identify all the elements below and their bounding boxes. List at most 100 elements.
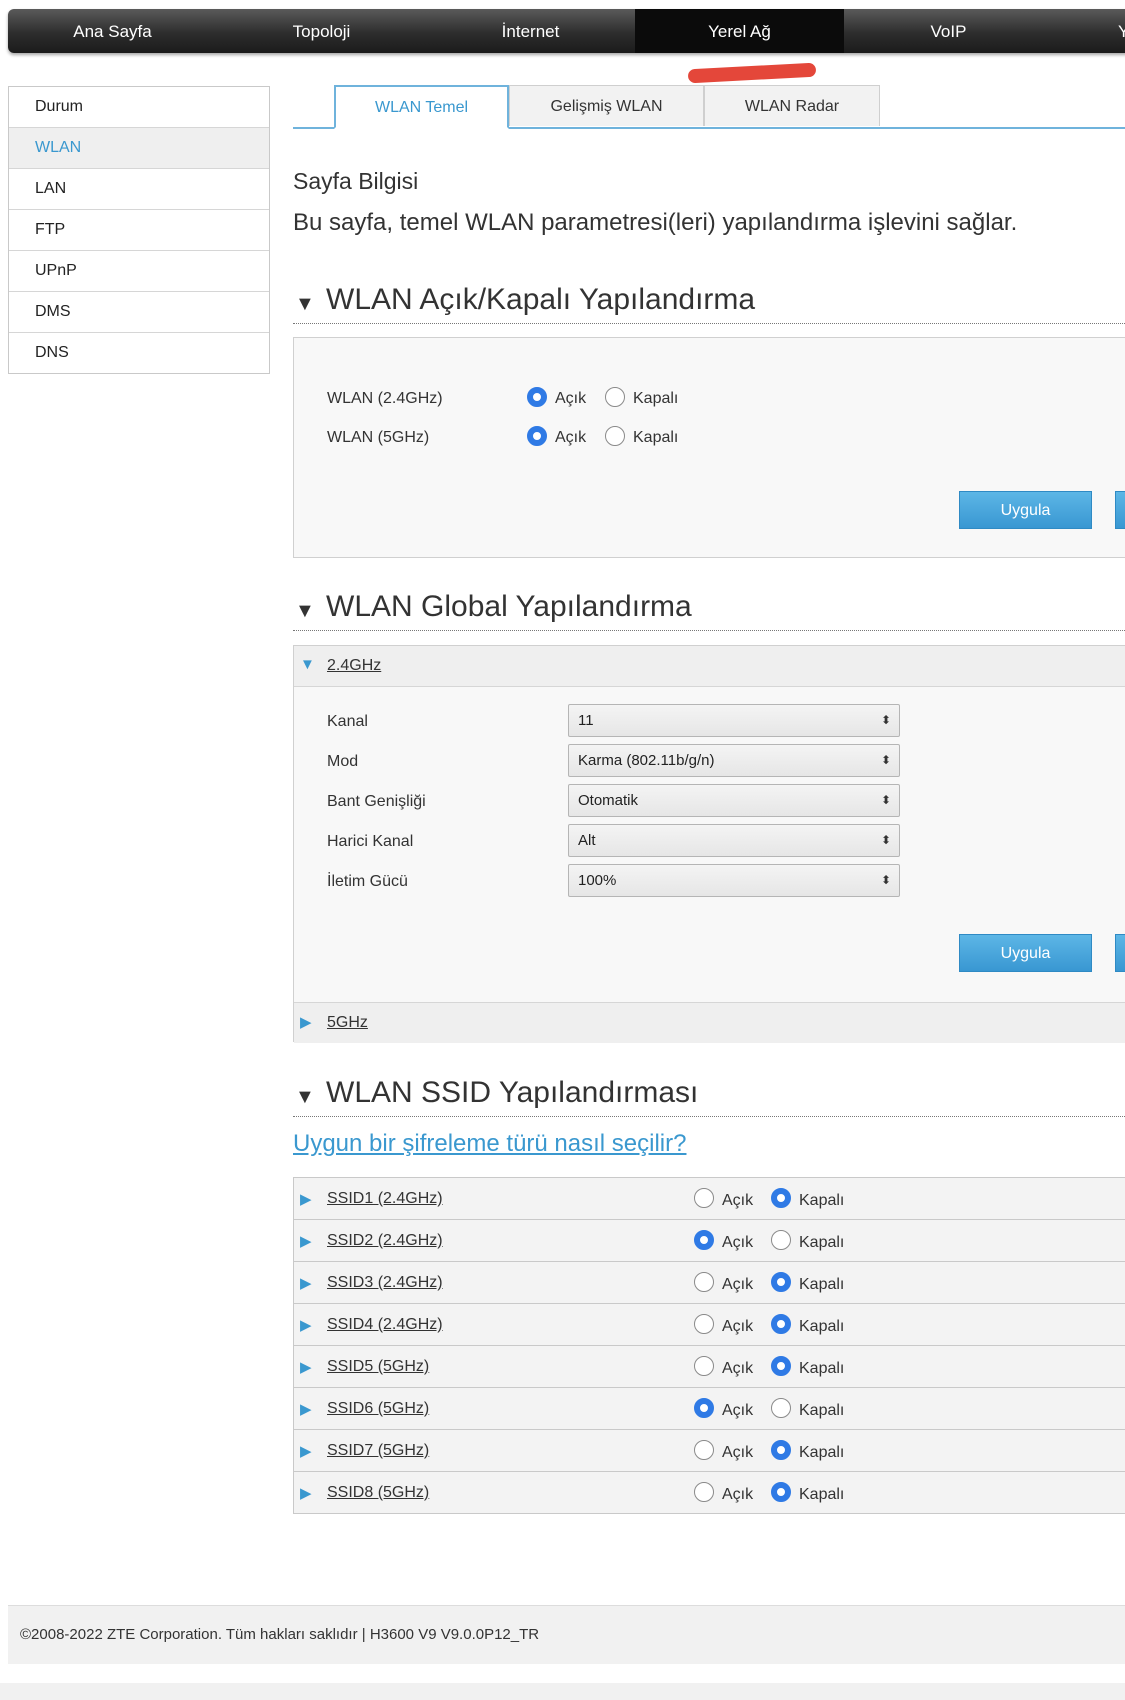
sidebar-item-durum[interactable]: Durum [9,87,269,128]
ssid8-on-radio[interactable] [694,1482,714,1502]
ssid1-on-radio[interactable] [694,1188,714,1208]
ssid3-on-radio[interactable] [694,1272,714,1292]
annotation-stroke [687,62,817,84]
top-navigation: Ana Sayfa Topoloji İnternet Yerel Ağ VoI… [8,9,1125,53]
tab-gelismis-wlan[interactable]: Gelişmiş WLAN [509,85,704,126]
ssid6-on-radio[interactable] [694,1398,714,1418]
ssid2-off-radio[interactable] [771,1230,791,1250]
ssid6-off-radio[interactable] [771,1398,791,1418]
ssid-name-link[interactable]: SSID2 (2.4GHz) [327,1232,443,1250]
sidebar-item-ftp[interactable]: FTP [9,210,269,251]
band-5-link[interactable]: 5GHz [327,1014,368,1032]
radio-label-kapali: Kapalı [799,1360,845,1377]
bottom-bar [0,1683,1125,1700]
nav-yerel-ag[interactable]: Yerel Ağ [635,9,844,53]
expanded-triangle-icon: ▼ [300,656,315,673]
ssid-row-8[interactable]: ▶ SSID8 (5GHz) Açık Kapalı [293,1472,1125,1514]
sidebar-item-dms[interactable]: DMS [9,292,269,333]
select-value: Otomatik [578,792,639,809]
radio-label-kapali: Kapalı [799,1486,845,1503]
ssid-name-link[interactable]: SSID4 (2.4GHz) [327,1316,443,1334]
band-24-header[interactable]: ▼ 2.4GHz [294,646,1125,687]
ssid-name-link[interactable]: SSID6 (5GHz) [327,1400,429,1418]
radio-label-kapali: Kapalı [633,390,679,407]
wlan-24-on-radio[interactable] [527,387,547,407]
nav-voip[interactable]: VoIP [844,9,1053,53]
secondary-button[interactable] [1115,491,1125,529]
sidebar-item-dns[interactable]: DNS [9,333,269,373]
radio-label-kapali: Kapalı [799,1276,845,1293]
wlan-24-off-radio[interactable] [605,387,625,407]
nav-topoloji[interactable]: Topoloji [217,9,426,53]
field-label-harici-kanal: Harici Kanal [327,833,414,850]
wlan-5-off-radio[interactable] [605,426,625,446]
page-info-title: Sayfa Bilgisi [293,168,419,194]
select-value: 100% [578,872,617,889]
encryption-help-link[interactable]: Uygun bir şifreleme türü nasıl seçilir? [293,1130,686,1158]
tab-bar: WLAN Temel Gelişmiş WLAN WLAN Radar [293,85,1125,129]
field-label-kanal: Kanal [327,713,368,730]
sidebar-item-wlan[interactable]: WLAN [9,128,269,169]
ssid7-off-radio[interactable] [771,1440,791,1460]
field-label-mod: Mod [327,753,359,770]
wlan-5-on-radio[interactable] [527,426,547,446]
iletim-gucu-select[interactable]: 100% ⬍ [568,864,900,897]
ssid-name-link[interactable]: SSID5 (5GHz) [327,1358,429,1376]
select-value: Karma (802.11b/g/n) [578,752,715,769]
select-value: 11 [578,712,594,729]
select-caret-icon: ⬍ [880,793,891,807]
ssid-name-link[interactable]: SSID7 (5GHz) [327,1442,429,1460]
ssid3-off-radio[interactable] [771,1272,791,1292]
radio-label-acik: Açık [722,1486,754,1503]
mod-select[interactable]: Karma (802.11b/g/n) ⬍ [568,744,900,777]
select-caret-icon: ⬍ [880,873,891,887]
ssid8-off-radio[interactable] [771,1482,791,1502]
nav-internet[interactable]: İnternet [426,9,635,53]
ssid-row-4[interactable]: ▶ SSID4 (2.4GHz) Açık Kapalı [293,1304,1125,1346]
ssid4-off-radio[interactable] [771,1314,791,1334]
ssid-row-2[interactable]: ▶ SSID2 (2.4GHz) Açık Kapalı [293,1220,1125,1262]
harici-kanal-select[interactable]: Alt ⬍ [568,824,900,857]
secondary-button[interactable] [1115,934,1125,972]
ssid-row-5[interactable]: ▶ SSID5 (5GHz) Açık Kapalı [293,1346,1125,1388]
section-title: WLAN SSID Yapılandırması [326,1076,699,1109]
wlan-24-label: WLAN (2.4GHz) [327,390,443,407]
sidebar-item-lan[interactable]: LAN [9,169,269,210]
bandwidth-select[interactable]: Otomatik ⬍ [568,784,900,817]
ssid-name-link[interactable]: SSID8 (5GHz) [327,1484,429,1502]
sidebar: Durum WLAN LAN FTP UPnP DMS DNS [8,86,270,374]
apply-button[interactable]: Uygula [959,934,1092,972]
ssid-row-1[interactable]: ▶ SSID1 (2.4GHz) Açık Kapalı [293,1178,1125,1220]
band-5-header[interactable]: ▶ 5GHz [294,1002,1125,1043]
ssid-row-7[interactable]: ▶ SSID7 (5GHz) Açık Kapalı [293,1430,1125,1472]
collapsed-triangle-icon: ▶ [300,1317,312,1334]
section-header-ssid[interactable]: ▼ WLAN SSID Yapılandırması [293,1072,1125,1117]
ssid-name-link[interactable]: SSID1 (2.4GHz) [327,1190,443,1208]
section-header-global[interactable]: ▼ WLAN Global Yapılandırma [293,586,1125,631]
radio-label-kapali: Kapalı [633,429,679,446]
radio-label-kapali: Kapalı [799,1402,845,1419]
sidebar-item-upnp[interactable]: UPnP [9,251,269,292]
kanal-select[interactable]: 11 ⬍ [568,704,900,737]
ssid-row-3[interactable]: ▶ SSID3 (2.4GHz) Açık Kapalı [293,1262,1125,1304]
band-24-link[interactable]: 2.4GHz [327,657,381,675]
nav-ana-sayfa[interactable]: Ana Sayfa [8,9,217,53]
nav-yonetim[interactable]: Yö [1053,9,1125,53]
ssid-row-6[interactable]: ▶ SSID6 (5GHz) Açık Kapalı [293,1388,1125,1430]
radio-label-acik: Açık [555,429,587,446]
apply-button[interactable]: Uygula [959,491,1092,529]
section-header-onoff[interactable]: ▼ WLAN Açık/Kapalı Yapılandırma [293,279,1125,324]
ssid5-on-radio[interactable] [694,1356,714,1376]
ssid7-on-radio[interactable] [694,1440,714,1460]
ssid4-on-radio[interactable] [694,1314,714,1334]
ssid2-on-radio[interactable] [694,1230,714,1250]
tab-wlan-radar[interactable]: WLAN Radar [704,85,880,126]
radio-label-kapali: Kapalı [799,1192,845,1209]
tab-wlan-temel[interactable]: WLAN Temel [334,85,509,129]
radio-label-kapali: Kapalı [799,1318,845,1335]
collapsed-triangle-icon: ▶ [300,1359,312,1376]
collapse-triangle-icon: ▼ [295,600,315,622]
ssid5-off-radio[interactable] [771,1356,791,1376]
ssid-name-link[interactable]: SSID3 (2.4GHz) [327,1274,443,1292]
ssid1-off-radio[interactable] [771,1188,791,1208]
